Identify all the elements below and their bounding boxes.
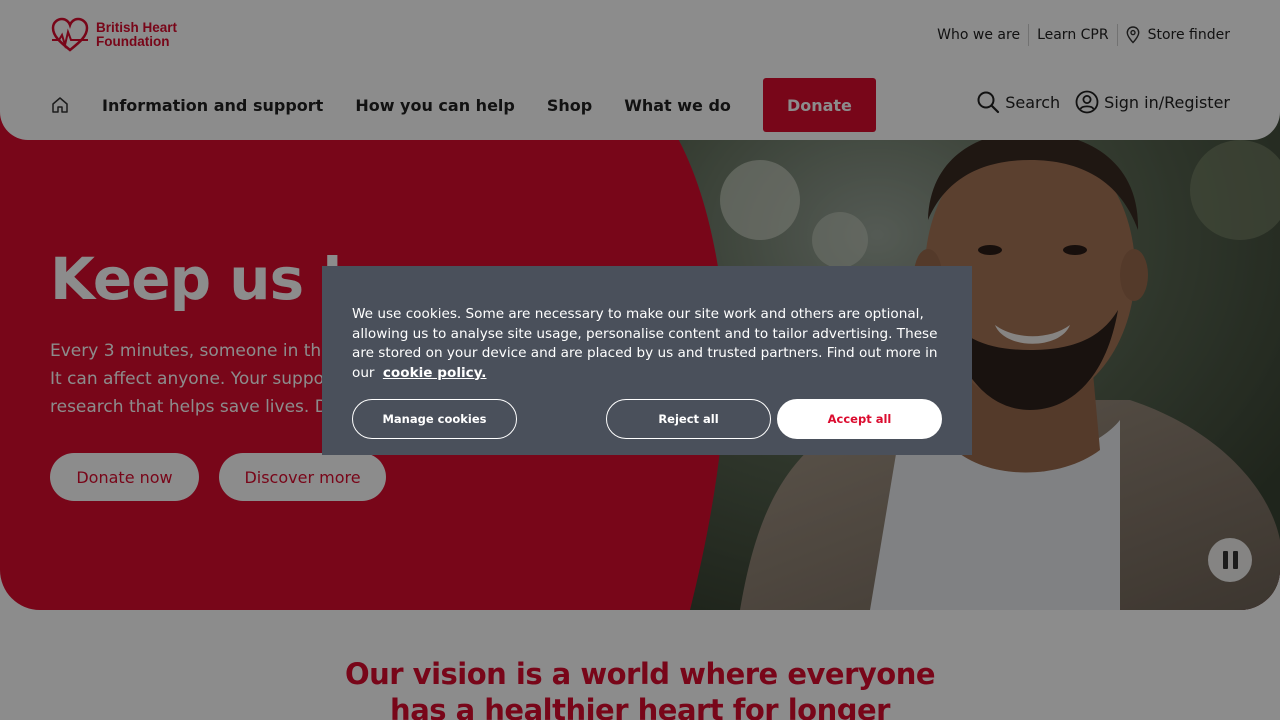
reject-all-button[interactable]: Reject all bbox=[606, 399, 771, 439]
cookie-text: We use cookies. Some are necessary to ma… bbox=[352, 305, 942, 383]
manage-cookies-button[interactable]: Manage cookies bbox=[352, 399, 517, 439]
accept-all-button[interactable]: Accept all bbox=[777, 399, 942, 439]
cookie-banner: We use cookies. Some are necessary to ma… bbox=[322, 266, 972, 455]
cookie-policy-link[interactable]: cookie policy. bbox=[383, 365, 487, 381]
